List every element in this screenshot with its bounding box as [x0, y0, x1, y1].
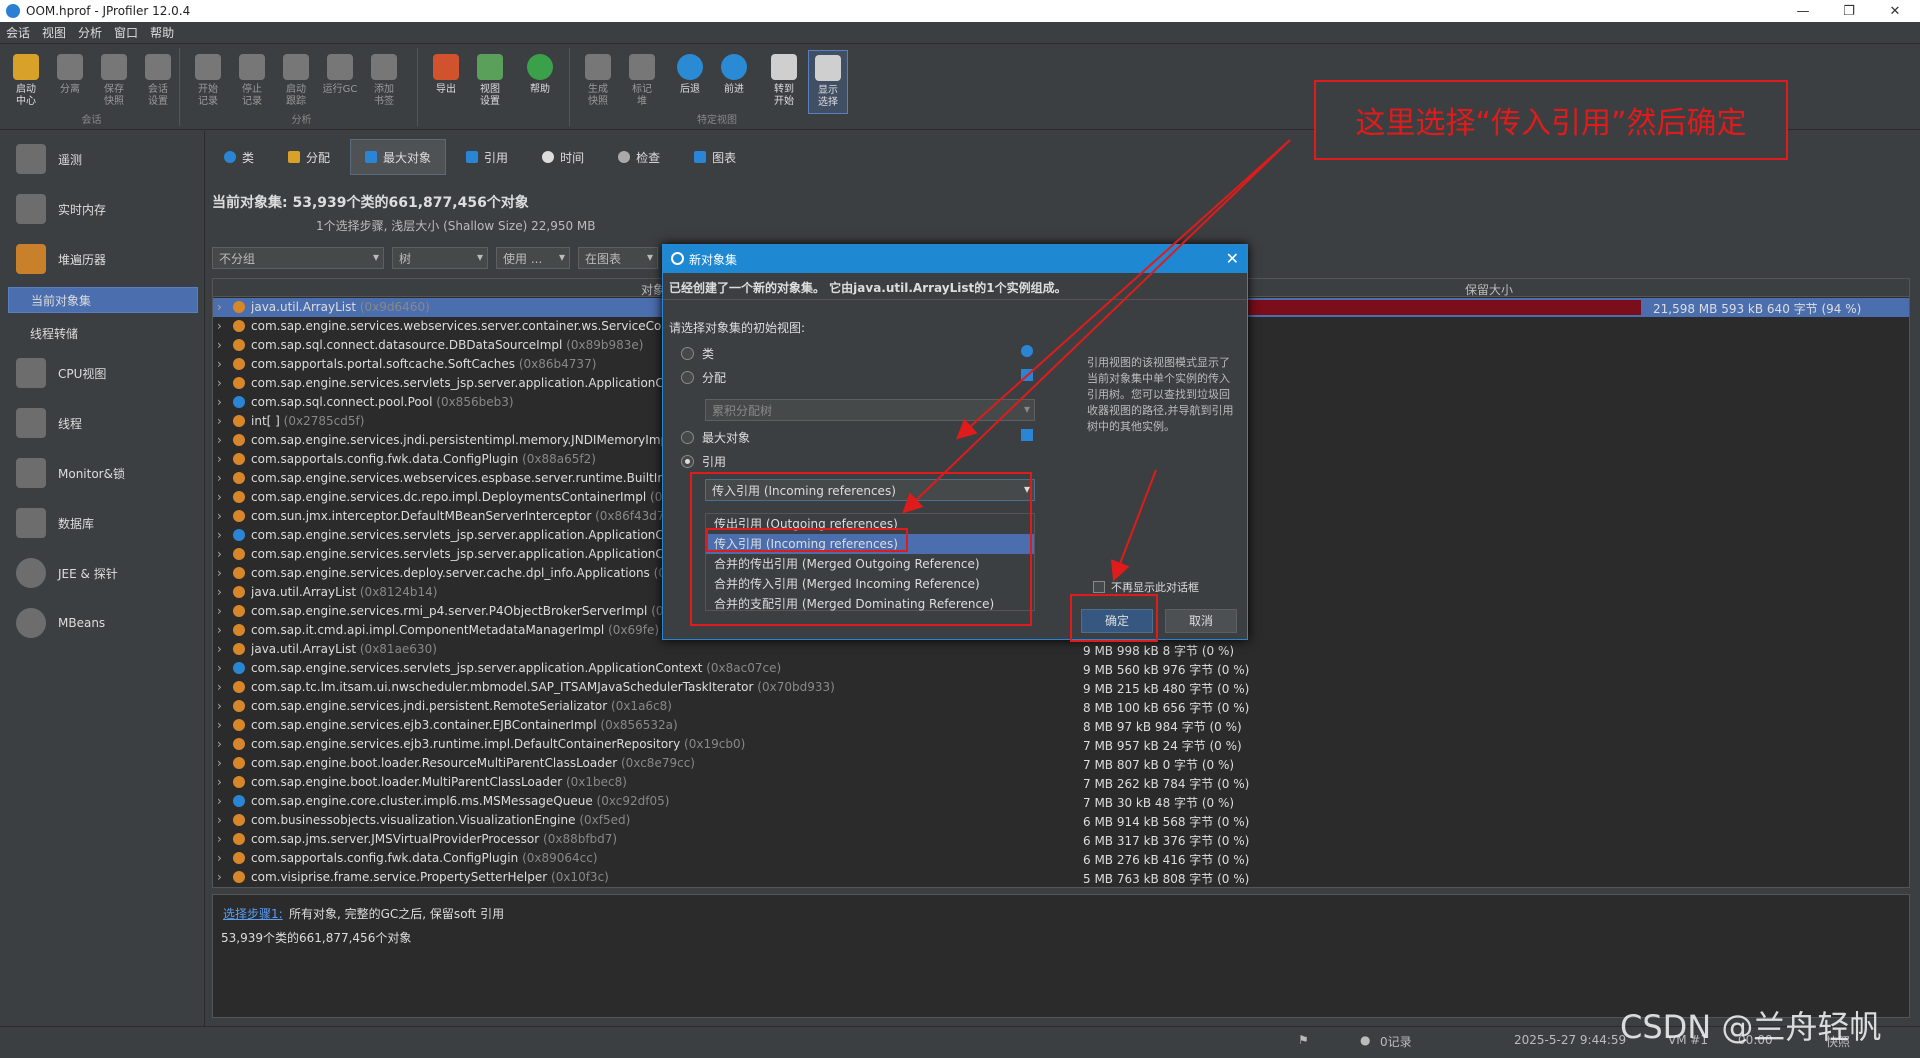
- watermark: CSDN @兰舟轻帆: [1620, 1008, 1882, 1046]
- annotation-callout: 这里选择“传入引用”然后确定: [1314, 80, 1788, 160]
- annotation-arrow: [902, 139, 1291, 514]
- annotation-arrow: [1110, 469, 1157, 582]
- annotation-arrow: [956, 139, 1291, 440]
